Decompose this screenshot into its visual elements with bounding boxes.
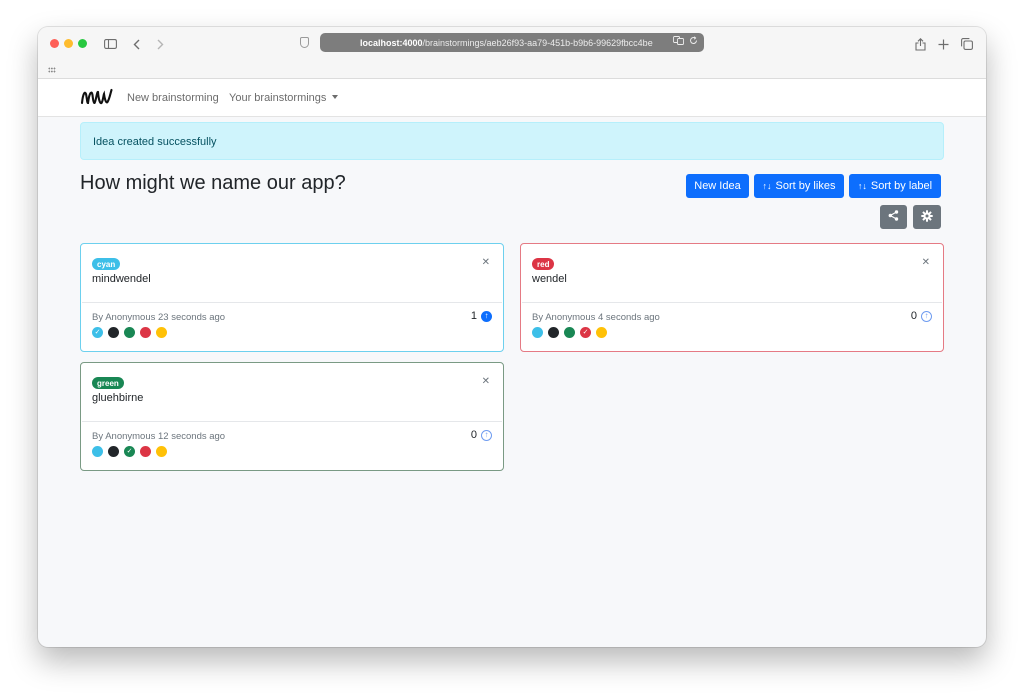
close-icon[interactable]: ✕ [482, 376, 490, 387]
color-dot-cyan[interactable]: ✓ [92, 327, 103, 338]
likes-count: 1 [470, 310, 477, 322]
sort-icon: ↑↓ [857, 181, 867, 191]
share-alt-icon [888, 210, 899, 224]
nav-new-brainstorming[interactable]: New brainstorming [127, 92, 219, 104]
color-dot-green[interactable]: ✓ [124, 446, 135, 457]
label-color-picker: ✓ [532, 327, 607, 338]
new-idea-label: New Idea [694, 180, 741, 192]
color-dot-cyan[interactable] [532, 327, 543, 338]
color-dot-red[interactable] [140, 327, 151, 338]
close-icon[interactable]: ✕ [482, 257, 490, 268]
zoom-window-button[interactable] [78, 39, 87, 48]
idea-label-badge[interactable]: cyan [92, 258, 121, 270]
url-path: /brainstormings/aeb26f93-aa79-451b-b9b6-… [422, 37, 653, 48]
arrow-up-circle-icon[interactable]: ↑ [481, 310, 492, 322]
share-icon[interactable] [913, 34, 927, 54]
color-dot-red[interactable]: ✓ [580, 327, 591, 338]
idea-title: wendel [532, 273, 567, 285]
idea-label-badge[interactable]: green [92, 377, 124, 389]
color-dot-dark[interactable] [548, 327, 559, 338]
likes-count: 0 [470, 429, 477, 441]
likes-count: 0 [910, 310, 917, 322]
idea-meta: By Anonymous 23 seconds ago [92, 312, 226, 323]
sort-icon: ↑↓ [762, 181, 772, 191]
app-logo[interactable] [80, 85, 114, 109]
sort-by-likes-label: Sort by likes [775, 180, 836, 192]
nav-your-brainstormings-label: Your brainstormings [229, 92, 327, 104]
back-icon[interactable] [130, 34, 142, 54]
idea-card: red ✕ wendel By Anonymous 4 seconds ago … [520, 243, 944, 352]
idea-meta: By Anonymous 12 seconds ago [92, 431, 226, 442]
card-divider [522, 302, 942, 303]
favorites-bar [38, 61, 986, 79]
color-dot-dark[interactable] [108, 446, 119, 457]
caret-down-icon [332, 95, 339, 99]
idea-label-badge[interactable]: red [532, 258, 555, 270]
browser-window: localhost:4000/brainstormings/aeb26f93-a… [38, 27, 986, 647]
likes-counter: 1 ↑ [471, 310, 492, 322]
page-title: How might we name our app? [80, 172, 346, 194]
address-bar[interactable]: localhost:4000/brainstormings/aeb26f93-a… [320, 33, 704, 52]
new-idea-button[interactable]: New Idea [686, 174, 749, 198]
idea-title: gluehbirne [92, 392, 144, 404]
check-icon: ✓ [94, 329, 101, 336]
likes-counter: 0 ↑ [471, 429, 492, 441]
label-color-picker: ✓ [92, 327, 167, 338]
close-icon[interactable]: ✕ [922, 257, 930, 268]
shield-icon[interactable] [300, 37, 309, 48]
card-divider [82, 302, 502, 303]
url-host: localhost:4000 [360, 37, 423, 48]
color-dot-yellow[interactable] [596, 327, 607, 338]
color-dot-yellow[interactable] [156, 327, 167, 338]
gear-icon [921, 209, 933, 225]
tabs-icon[interactable] [960, 34, 974, 54]
card-divider [82, 421, 502, 422]
sidebar-icon[interactable] [102, 34, 118, 54]
color-dot-green[interactable] [124, 327, 135, 338]
idea-meta: By Anonymous 4 seconds ago [532, 312, 660, 323]
arrow-up-circle-icon[interactable]: ↑ [481, 429, 492, 441]
sort-by-label-button[interactable]: ↑↓ Sort by label [849, 174, 941, 198]
settings-button[interactable] [913, 205, 941, 229]
share-button[interactable] [880, 205, 907, 229]
sort-by-label-label: Sort by label [870, 180, 933, 192]
sort-by-likes-button[interactable]: ↑↓ Sort by likes [754, 174, 844, 198]
check-icon: ✓ [582, 329, 589, 336]
color-dot-green[interactable] [564, 327, 575, 338]
minimize-window-button[interactable] [64, 39, 73, 48]
idea-title: mindwendel [92, 273, 151, 285]
reload-icon[interactable] [689, 36, 698, 47]
color-dot-yellow[interactable] [156, 446, 167, 457]
color-dot-red[interactable] [140, 446, 151, 457]
color-dot-dark[interactable] [108, 327, 119, 338]
close-window-button[interactable] [50, 39, 59, 48]
idea-card: green ✕ gluehbirne By Anonymous 12 secon… [80, 362, 504, 471]
success-alert: Idea created successfully [80, 122, 944, 160]
label-color-picker: ✓ [92, 446, 167, 457]
forward-icon[interactable] [154, 34, 166, 54]
app-navbar: New brainstorming Your brainstormings [38, 79, 986, 117]
check-icon: ✓ [126, 448, 133, 455]
likes-counter: 0 ↑ [911, 310, 932, 322]
color-dot-cyan[interactable] [92, 446, 103, 457]
nav-your-brainstormings[interactable]: Your brainstormings [229, 92, 339, 104]
translate-icon[interactable] [673, 36, 684, 47]
new-tab-icon[interactable] [936, 34, 950, 54]
favorites-grid-icon[interactable] [48, 67, 56, 73]
browser-titlebar: localhost:4000/brainstormings/aeb26f93-a… [38, 27, 986, 61]
arrow-up-circle-icon[interactable]: ↑ [921, 310, 932, 322]
idea-card: cyan ✕ mindwendel By Anonymous 23 second… [80, 243, 504, 352]
